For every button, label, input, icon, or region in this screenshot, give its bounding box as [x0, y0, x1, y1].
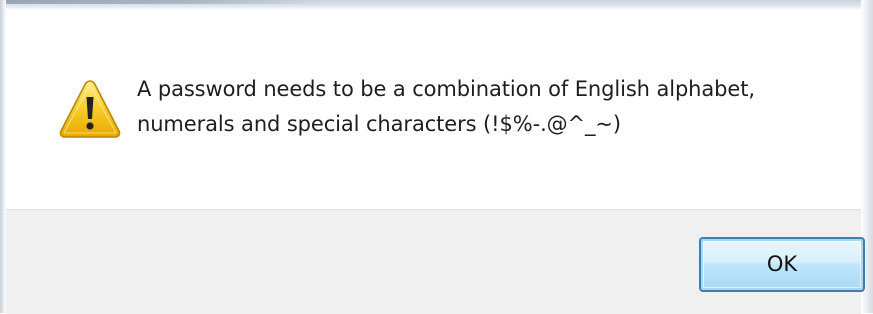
title-bar-edge: [0, 0, 320, 4]
dialog-button-bar: OK: [6, 209, 865, 314]
ok-button[interactable]: OK: [699, 237, 865, 292]
message-line: numerals and special characters (!$%-.@^…: [137, 112, 622, 136]
dialog-message: A password needs to be a combination of …: [137, 72, 837, 142]
warning-icon: [59, 80, 121, 138]
message-dialog: A password needs to be a combination of …: [0, 0, 873, 314]
message-line: A password needs to be a combination of …: [137, 77, 755, 101]
dialog-content: A password needs to be a combination of …: [6, 10, 861, 210]
